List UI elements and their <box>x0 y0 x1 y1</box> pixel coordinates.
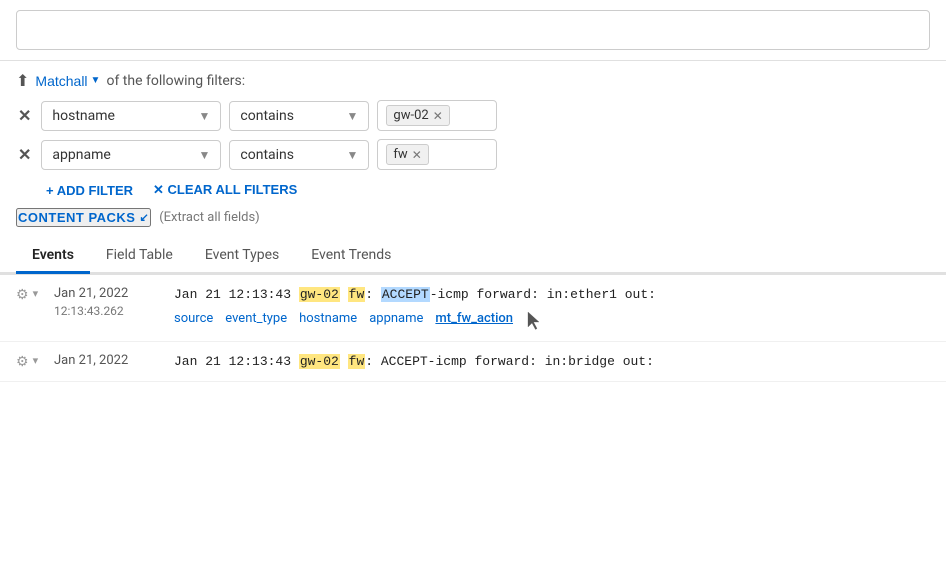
search-input[interactable] <box>16 10 930 50</box>
clear-all-filters-button[interactable]: ✕ CLEAR ALL FILTERS <box>153 182 297 198</box>
filter-operator-select-1[interactable]: contains ▼ <box>229 101 369 131</box>
events-list: ⚙ ▾ Jan 21, 2022 12:13:43.262 Jan 21 12:… <box>0 274 946 382</box>
event-date-1: Jan 21, 2022 <box>54 285 164 303</box>
filter-section: ⬆ Matchall ▼ of the following filters: ✕… <box>0 61 946 198</box>
event-time-1: 12:13:43.262 <box>54 303 164 320</box>
filter-field-select-1[interactable]: hostname ▼ <box>41 101 221 131</box>
filter-field-select-2[interactable]: appname ▼ <box>41 140 221 170</box>
event-date-2: Jan 21, 2022 <box>54 352 164 370</box>
msg-highlight-fw-1: fw <box>348 287 366 302</box>
filter-remove-button-2[interactable]: ✕ <box>16 145 33 165</box>
gear-icon-2[interactable]: ⚙ <box>16 354 29 370</box>
msg-highlight-gw02-1: gw-02 <box>299 287 340 302</box>
table-row: ⚙ ▾ Jan 21, 2022 Jan 21 12:13:43 gw-02 f… <box>0 342 946 383</box>
table-row: ⚙ ▾ Jan 21, 2022 12:13:43.262 Jan 21 12:… <box>0 275 946 342</box>
match-icon: ⬆ <box>16 71 29 90</box>
field-link-event-type[interactable]: event_type <box>225 311 287 331</box>
event-content-1: Jan 21 12:13:43 gw-02 fw: ACCEPT-icmp fo… <box>174 285 930 331</box>
event-fields-1: source event_type hostname appname mt_fw… <box>174 311 930 331</box>
filter-operator-arrow-1: ▼ <box>347 109 359 123</box>
content-packs-chevron-icon: ↙ <box>139 211 149 224</box>
add-filter-button[interactable]: + ADD FILTER <box>46 183 133 198</box>
tab-event-types[interactable]: Event Types <box>189 239 295 274</box>
event-timestamp-2: Jan 21, 2022 <box>54 352 164 370</box>
filter-actions: + ADD FILTER ✕ CLEAR ALL FILTERS <box>46 182 930 198</box>
tabs-bar: Events Field Table Event Types Event Tre… <box>0 239 946 274</box>
content-packs-row: CONTENT PACKS ↙ (Extract all fields) <box>0 198 946 227</box>
filter-row-1: ✕ hostname ▼ contains ▼ gw-02 ✕ <box>16 100 930 131</box>
filter-tag-remove-1[interactable]: ✕ <box>433 109 443 123</box>
event-message-2: Jan 21 12:13:43 gw-02 fw: ACCEPT-icmp fo… <box>174 352 930 372</box>
msg-part-1-3: : <box>365 287 381 302</box>
filter-field-label-2: appname <box>52 147 110 163</box>
gear-icon-1[interactable]: ⚙ <box>16 287 29 303</box>
expand-arrow-2[interactable]: ▾ <box>33 354 39 367</box>
filter-operator-label-1: contains <box>240 108 294 124</box>
content-packs-extract-link[interactable]: (Extract all fields) <box>159 210 260 225</box>
msg-part-2-1: Jan 21 12:13:43 <box>174 354 299 369</box>
msg-part-2-3: : ACCEPT-icmp forward: in:bridge out: <box>365 354 654 369</box>
cursor-icon <box>525 311 541 331</box>
tab-event-trends[interactable]: Event Trends <box>295 239 407 274</box>
filter-operator-select-2[interactable]: contains ▼ <box>229 140 369 170</box>
field-link-hostname[interactable]: hostname <box>299 311 357 331</box>
tab-events[interactable]: Events <box>16 239 90 274</box>
filter-operator-label-2: contains <box>240 147 294 163</box>
filter-tag-gw02: gw-02 ✕ <box>386 105 449 126</box>
filter-value-container-1[interactable]: gw-02 ✕ <box>377 100 497 131</box>
event-timestamp-1: Jan 21, 2022 12:13:43.262 <box>54 285 164 320</box>
match-all-label: Matchall <box>35 73 87 89</box>
field-link-mt-fw-action[interactable]: mt_fw_action <box>435 311 513 331</box>
match-row: ⬆ Matchall ▼ of the following filters: <box>16 71 930 90</box>
content-packs-label-text: CONTENT PACKS <box>18 210 135 225</box>
msg-highlight-gw02-2: gw-02 <box>299 354 340 369</box>
filter-field-arrow-2: ▼ <box>199 148 211 162</box>
msg-part-2-2 <box>340 354 348 369</box>
filter-operator-arrow-2: ▼ <box>347 148 359 162</box>
filter-value-container-2[interactable]: fw ✕ <box>377 139 497 170</box>
event-gear-area-2: ⚙ ▾ <box>16 352 44 370</box>
event-content-2: Jan 21 12:13:43 gw-02 fw: ACCEPT-icmp fo… <box>174 352 930 372</box>
filter-tag-value-2: fw <box>393 147 407 162</box>
filter-field-arrow-1: ▼ <box>199 109 211 123</box>
content-packs-button[interactable]: CONTENT PACKS ↙ <box>16 208 151 227</box>
msg-highlight-fw-2: fw <box>348 354 366 369</box>
match-all-button[interactable]: Matchall ▼ <box>35 73 100 89</box>
msg-part-1-2 <box>340 287 348 302</box>
filter-tag-remove-2[interactable]: ✕ <box>412 148 422 162</box>
msg-highlight-accept-1: ACCEPT <box>381 287 430 302</box>
filter-field-label-1: hostname <box>52 108 115 124</box>
filter-row-2: ✕ appname ▼ contains ▼ fw ✕ <box>16 139 930 170</box>
filter-tag-fw: fw ✕ <box>386 144 428 165</box>
filter-tag-value-1: gw-02 <box>393 108 428 123</box>
msg-part-1-1: Jan 21 12:13:43 <box>174 287 299 302</box>
expand-arrow-1[interactable]: ▾ <box>33 287 39 300</box>
msg-part-1-4: -icmp forward: in:ether1 out: <box>430 287 656 302</box>
field-link-appname[interactable]: appname <box>369 311 423 331</box>
match-suffix-text: of the following filters: <box>106 73 245 89</box>
tab-field-table[interactable]: Field Table <box>90 239 189 274</box>
match-all-chevron-icon: ▼ <box>91 75 101 86</box>
event-gear-area-1: ⚙ ▾ <box>16 285 44 303</box>
filter-remove-button-1[interactable]: ✕ <box>16 106 33 126</box>
search-bar <box>0 0 946 61</box>
event-message-1: Jan 21 12:13:43 gw-02 fw: ACCEPT-icmp fo… <box>174 285 930 305</box>
field-link-source[interactable]: source <box>174 311 213 331</box>
